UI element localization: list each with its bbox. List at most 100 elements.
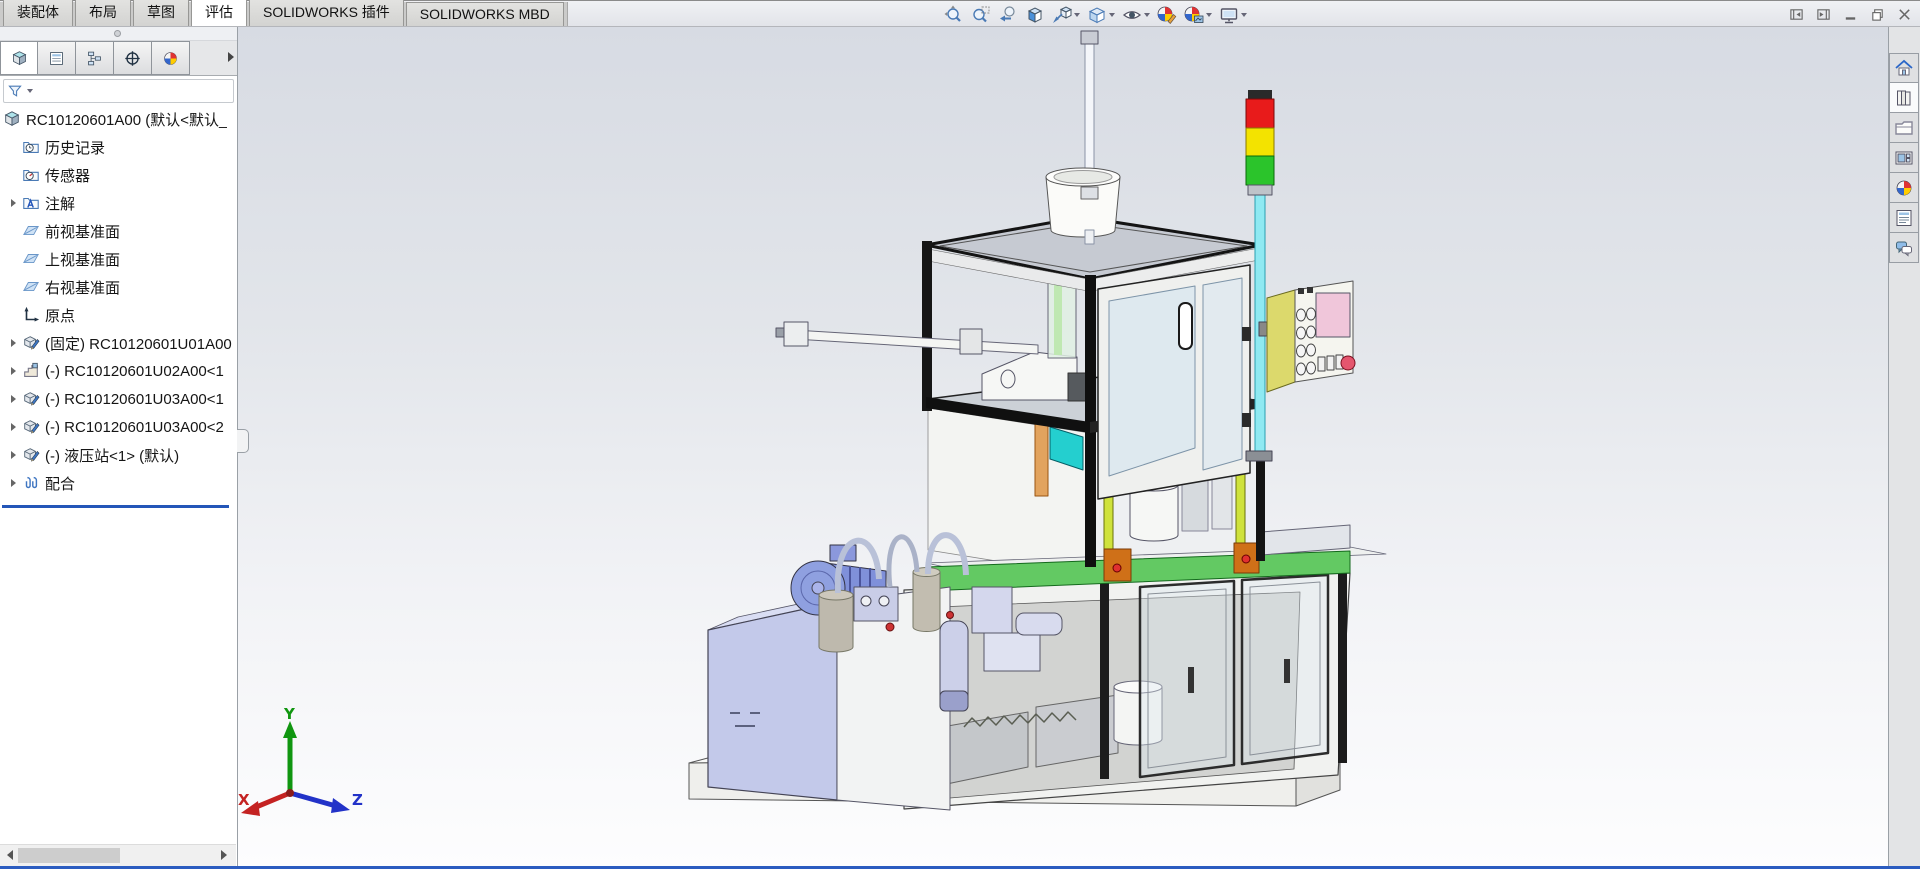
heads-up-toolbar — [942, 2, 1249, 27]
apply-scene-button[interactable] — [1182, 4, 1214, 26]
view-orientation-button[interactable] — [1050, 4, 1082, 26]
display-manager-icon — [162, 50, 179, 67]
solidworks-forum-button[interactable] — [1889, 233, 1919, 263]
tree-item-component-u01[interactable]: (固定) RC10120601U01A00 — [0, 329, 237, 357]
expander-icon[interactable] — [7, 199, 19, 207]
display-style-button[interactable] — [1085, 4, 1117, 26]
panel-overflow-chevron-icon[interactable] — [228, 52, 234, 62]
subassembly-icon — [22, 390, 40, 408]
tree-item-component-u03-2[interactable]: (-) RC10120601U03A00<2 — [0, 413, 237, 441]
design-library-icon — [1894, 88, 1914, 108]
zoom-to-area-icon — [971, 5, 991, 25]
chevron-down-icon[interactable] — [1074, 12, 1080, 17]
tree-root[interactable]: RC10120601A00 (默认<默认_ — [0, 105, 237, 133]
view-palette-button[interactable] — [1889, 143, 1919, 173]
scroll-right-arrow-icon[interactable] — [221, 850, 227, 860]
tree-item-top-plane[interactable]: 上视基准面 — [0, 245, 237, 273]
splitter-grip-icon[interactable] — [114, 30, 121, 37]
tab-displaymanager[interactable] — [152, 41, 190, 75]
collapse-pane-left-icon[interactable] — [1789, 7, 1804, 22]
section-view-button[interactable] — [1023, 4, 1047, 26]
chevron-down-icon[interactable] — [27, 89, 33, 93]
minimize-icon[interactable] — [1843, 7, 1858, 22]
close-icon[interactable] — [1897, 7, 1912, 22]
tab-sketch[interactable]: 草图 — [133, 0, 189, 26]
reference-plane-icon — [22, 222, 40, 240]
rollback-bar[interactable] — [2, 505, 229, 508]
sensors-folder-icon — [22, 166, 40, 184]
view-settings-button[interactable] — [1217, 4, 1249, 26]
tab-configurationmanager[interactable] — [76, 41, 114, 75]
hide-show-items-icon — [1122, 5, 1142, 25]
expander-icon[interactable] — [7, 367, 19, 375]
chevron-down-icon[interactable] — [1144, 12, 1150, 17]
panel-tab-bar — [0, 41, 237, 76]
window-controls — [1789, 2, 1912, 27]
tree-item-history[interactable]: 历史记录 — [0, 133, 237, 161]
tree-item-mates[interactable]: 配合 — [0, 469, 237, 497]
apply-scene-icon — [1184, 5, 1204, 25]
scrollbar-thumb[interactable] — [18, 848, 120, 863]
collapse-pane-right-icon[interactable] — [1816, 7, 1831, 22]
zoom-to-area-button[interactable] — [969, 4, 993, 26]
expander-icon[interactable] — [7, 423, 19, 431]
custom-properties-icon — [1894, 208, 1914, 228]
featuremanager-panel: RC10120601A00 (默认<默认_ 历史记录 传感器 注解 前视基准面 — [0, 27, 249, 866]
triad-x-label: X — [238, 791, 250, 809]
custom-properties-button[interactable] — [1889, 203, 1919, 233]
panel-flyout-handle[interactable] — [237, 429, 249, 453]
configuration-manager-icon — [86, 50, 103, 67]
subassembly-icon — [22, 418, 40, 436]
tree-filter[interactable] — [3, 79, 234, 103]
subassembly-icon — [22, 334, 40, 352]
view-orientation-icon — [1052, 5, 1072, 25]
tab-dimxpertmanager[interactable] — [114, 41, 152, 75]
orientation-triad: Y X Z — [238, 705, 363, 816]
tree-item-annotations[interactable]: 注解 — [0, 189, 237, 217]
tree-horizontal-scrollbar[interactable] — [0, 844, 236, 866]
reference-plane-icon — [22, 278, 40, 296]
tree-item-hydraulic-station[interactable]: (-) 液压站<1> (默认) — [0, 441, 237, 469]
filter-funnel-icon — [7, 83, 23, 99]
tab-featuremanager-tree[interactable] — [0, 41, 38, 75]
graphics-viewport[interactable]: Y X Z — [238, 27, 1888, 866]
tree-item-front-plane[interactable]: 前视基准面 — [0, 217, 237, 245]
control-pendant — [1258, 280, 1356, 393]
feature-tree-icon — [11, 50, 28, 67]
tree-item-component-u02[interactable]: (-) RC10120601U02A00<1 — [0, 357, 237, 385]
expander-icon[interactable] — [7, 395, 19, 403]
panel-splitter[interactable] — [0, 27, 237, 41]
tab-evaluate[interactable]: 评估 — [191, 0, 247, 26]
zoom-to-fit-button[interactable] — [942, 4, 966, 26]
tree-item-sensors[interactable]: 传感器 — [0, 161, 237, 189]
tab-assembly[interactable]: 装配体 — [3, 0, 73, 26]
tab-layout[interactable]: 布局 — [75, 0, 131, 26]
titlebar: 装配体 布局 草图 评估 SOLIDWORKS 插件 SOLIDWORKS MB… — [0, 0, 1920, 27]
tab-solidworks-mbd[interactable]: SOLIDWORKS MBD — [405, 2, 564, 26]
tree-item-component-u03-1[interactable]: (-) RC10120601U03A00<1 — [0, 385, 237, 413]
chevron-down-icon[interactable] — [1109, 12, 1115, 17]
hide-show-items-button[interactable] — [1120, 4, 1152, 26]
tree-item-origin[interactable]: 原点 — [0, 301, 237, 329]
tab-solidworks-addins[interactable]: SOLIDWORKS 插件 — [249, 0, 404, 26]
appearances-scenes-button[interactable] — [1889, 173, 1919, 203]
expander-icon[interactable] — [7, 451, 19, 459]
hopper-bowl — [1045, 167, 1121, 245]
restore-icon[interactable] — [1870, 7, 1885, 22]
home-button[interactable] — [1889, 53, 1919, 83]
mates-paperclip-icon — [22, 474, 40, 492]
chevron-down-icon[interactable] — [1206, 12, 1212, 17]
tab-propertymanager[interactable] — [38, 41, 76, 75]
feature-tree: RC10120601A00 (默认<默认_ 历史记录 传感器 注解 前视基准面 — [0, 105, 237, 508]
previous-view-button[interactable] — [996, 4, 1020, 26]
file-explorer-button[interactable] — [1889, 113, 1919, 143]
expander-icon[interactable] — [7, 479, 19, 487]
chevron-down-icon[interactable] — [1241, 12, 1247, 17]
tree-item-right-plane[interactable]: 右视基准面 — [0, 273, 237, 301]
edit-appearance-button[interactable] — [1155, 4, 1179, 26]
design-library-button[interactable] — [1889, 83, 1919, 113]
expander-icon[interactable] — [7, 339, 19, 347]
scroll-left-arrow-icon[interactable] — [7, 850, 13, 860]
section-view-icon — [1025, 5, 1045, 25]
reference-plane-icon — [22, 250, 40, 268]
